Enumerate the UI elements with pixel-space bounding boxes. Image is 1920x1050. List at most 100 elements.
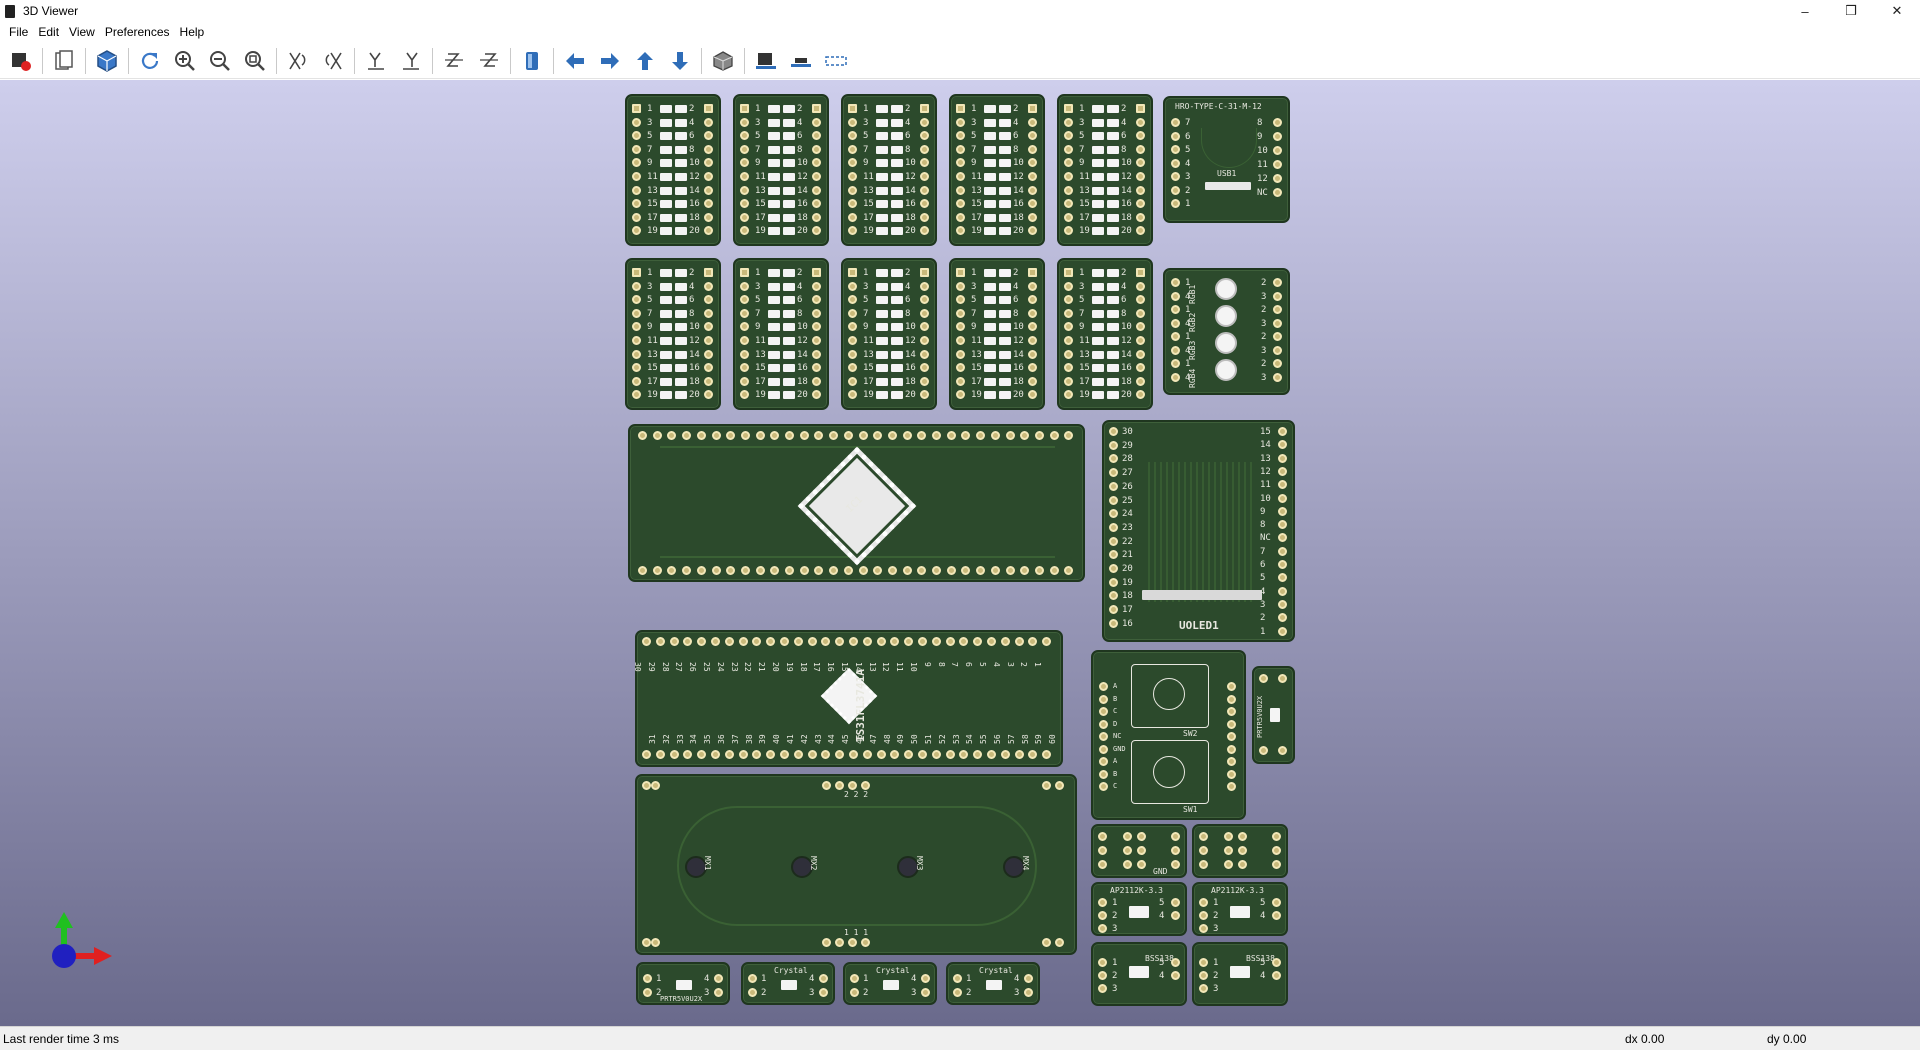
pan-left-button[interactable] xyxy=(560,46,590,76)
small-pin-pad xyxy=(1098,971,1107,980)
menu-preferences[interactable]: Preferences xyxy=(100,25,175,39)
show-footprints-button[interactable] xyxy=(751,46,781,76)
smd-pad xyxy=(891,173,903,181)
oled-pin-pad xyxy=(1278,493,1287,503)
pin-number: 7 xyxy=(971,308,977,319)
smd-pad xyxy=(891,309,903,318)
small-pin-number: 1 xyxy=(1213,958,1219,968)
menu-view[interactable]: View xyxy=(64,25,100,39)
show-outline-button[interactable] xyxy=(821,46,851,76)
pin-number: 5 xyxy=(1079,295,1085,306)
3d-view-button[interactable] xyxy=(92,46,122,76)
oled-pin-pad xyxy=(1109,605,1118,615)
pin-number: 10 xyxy=(689,158,700,169)
smd-pad xyxy=(675,186,687,195)
pin-number: 7 xyxy=(971,144,977,155)
3d-viewport[interactable]: HRO-TYPE-C-31-M-12 USB1 7 6 5 4 3 2 1 8 9 10 11 12 N… xyxy=(0,80,1920,1026)
mx-corner-pad xyxy=(1055,781,1064,790)
menu-help[interactable]: Help xyxy=(175,25,210,39)
pin-number: 5 xyxy=(863,295,869,306)
ic-pad xyxy=(946,566,956,575)
smd-pad xyxy=(876,269,888,277)
copy-image-button[interactable] xyxy=(49,46,79,76)
small-pin-number: 4 xyxy=(1260,911,1266,921)
pin-pad xyxy=(1136,349,1145,359)
pin-pad xyxy=(956,336,965,345)
smd-pad xyxy=(675,145,687,154)
toolbar-separator xyxy=(432,47,433,74)
minimize-button[interactable]: – xyxy=(1782,0,1828,22)
smd-pad xyxy=(984,186,996,195)
rgb-led-hole xyxy=(1215,332,1237,354)
pan-down-button[interactable] xyxy=(665,46,695,76)
z-axis-dot xyxy=(52,944,76,968)
rotate-y-ccw-button[interactable] xyxy=(396,46,426,76)
rotate-z-cw-button[interactable] xyxy=(439,46,469,76)
header-board: 1 2 3 4 5 6 7 8 9 10 11 12 13 14 15 16 17 18 19 20 xyxy=(841,258,937,410)
smd-pad xyxy=(675,227,687,236)
show-board-body-button[interactable] xyxy=(786,46,816,76)
rotate-y-cw-button[interactable] xyxy=(361,46,391,76)
reload-button[interactable] xyxy=(135,46,165,76)
smd-pad xyxy=(675,337,687,345)
smd-pad xyxy=(891,213,903,222)
smd-pad xyxy=(675,391,687,400)
zoom-out-button[interactable] xyxy=(205,46,235,76)
small-pin-number: 2 xyxy=(656,988,662,998)
rgb-led-label: RGB4 xyxy=(1188,368,1197,388)
zoom-fit-button[interactable] xyxy=(240,46,270,76)
pin-pad xyxy=(1028,390,1037,400)
hdr-pin-pad xyxy=(1123,832,1132,841)
pan-right-button[interactable] xyxy=(595,46,625,76)
flip-board-button[interactable] xyxy=(517,46,547,76)
rotate-x-cw-button[interactable] xyxy=(283,46,313,76)
menu-edit[interactable]: Edit xyxy=(33,25,64,39)
ortho-button[interactable] xyxy=(708,46,738,76)
driver-pad xyxy=(766,750,776,759)
driver-pad xyxy=(711,637,720,646)
pin-pad xyxy=(1136,144,1145,154)
driver-pad xyxy=(959,637,969,646)
smd-pad xyxy=(876,105,888,113)
pin-pad xyxy=(1136,281,1145,291)
pin-number: 18 xyxy=(1121,376,1132,387)
driver-pin-number: 24 xyxy=(715,662,725,672)
ic-pad xyxy=(887,431,897,440)
driver-pad xyxy=(1000,637,1010,646)
driver-pad xyxy=(862,637,872,646)
driver-pin-number: 11 xyxy=(895,662,905,672)
menu-file[interactable]: File xyxy=(4,25,33,39)
pin-number: 4 xyxy=(689,117,695,128)
rotate-x-ccw-button[interactable] xyxy=(318,46,348,76)
switch-pin-label: A xyxy=(1113,682,1118,690)
small-pin-number: 2 xyxy=(761,988,767,998)
rgb-pin-pad xyxy=(1171,291,1180,301)
pan-up-button[interactable] xyxy=(630,46,660,76)
pin-pad xyxy=(920,199,929,209)
smd-pad xyxy=(984,227,996,236)
smd-pad xyxy=(1092,118,1104,127)
small-pin-number: 4 xyxy=(1159,911,1165,921)
switch-pin-pad xyxy=(1099,719,1108,729)
oled-pin-number: NC xyxy=(1260,533,1271,544)
mx-corner-pad xyxy=(642,781,651,790)
pin-pad xyxy=(1136,268,1145,277)
switch-pin-pad xyxy=(1227,707,1236,716)
close-button[interactable]: ✕ xyxy=(1874,0,1920,22)
rotate-z-ccw-button[interactable] xyxy=(474,46,504,76)
pin-number: 14 xyxy=(689,185,700,196)
zoom-in-icon xyxy=(175,50,195,71)
driver-pad xyxy=(683,637,693,646)
rotate-z-ccw-icon xyxy=(480,52,498,67)
driver-pin-number: 17 xyxy=(812,662,822,672)
sw1-label: SW1 xyxy=(1183,805,1198,814)
zoom-in-button[interactable] xyxy=(170,46,200,76)
smd-pad xyxy=(984,132,996,141)
driver-pad xyxy=(642,637,651,646)
render-options-button[interactable] xyxy=(6,46,36,76)
small-pin-number: 5 xyxy=(1260,958,1266,968)
smd-pad xyxy=(891,350,903,359)
hdr-pin-pad xyxy=(1238,832,1247,841)
driver-pin-number: 33 xyxy=(675,734,685,744)
restore-button[interactable]: ❒ xyxy=(1828,0,1874,22)
